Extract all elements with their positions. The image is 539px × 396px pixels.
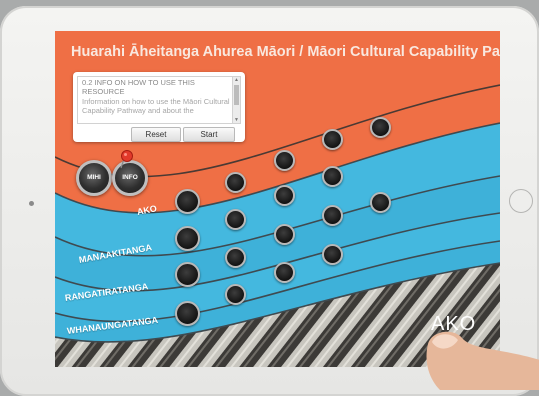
pathway-node[interactable]	[274, 150, 295, 171]
info-text-box[interactable]: 0.2 INFO ON HOW TO USE THIS RESOURCE Inf…	[77, 76, 237, 124]
pushpin-icon	[120, 150, 133, 169]
pathway-node[interactable]	[175, 262, 200, 287]
scroll-up-icon[interactable]: ▲	[233, 77, 240, 83]
pathway-node[interactable]	[175, 226, 200, 251]
home-button[interactable]	[509, 189, 533, 213]
pathway-node[interactable]	[322, 244, 343, 265]
pathway-node[interactable]	[370, 192, 391, 213]
info-panel: 0.2 INFO ON HOW TO USE THIS RESOURCE Inf…	[73, 72, 245, 142]
pathway-node[interactable]	[322, 205, 343, 226]
pathway-node[interactable]	[322, 129, 343, 150]
start-button[interactable]: Start	[183, 127, 235, 142]
pathway-node[interactable]	[175, 189, 200, 214]
pathway-node[interactable]	[225, 172, 246, 193]
pathway-node[interactable]	[225, 209, 246, 230]
app-screen: Huarahi Āheitanga Ahurea Māori / Māori C…	[55, 31, 500, 367]
pathway-node[interactable]	[274, 262, 295, 283]
pathway-node[interactable]	[175, 301, 200, 326]
info-body: Information on how to use the Māori Cult…	[82, 97, 230, 115]
finger-image	[426, 331, 539, 390]
pathway-node[interactable]	[225, 284, 246, 305]
reset-button[interactable]: Reset	[131, 127, 181, 142]
page-title: Huarahi Āheitanga Ahurea Māori / Māori C…	[71, 44, 500, 60]
info-scrollbar[interactable]: ▲ ▼	[232, 76, 241, 124]
info-heading: 0.2 INFO ON HOW TO USE THIS RESOURCE	[82, 78, 195, 96]
pathway-node[interactable]	[274, 224, 295, 245]
scroll-thumb[interactable]	[234, 85, 239, 105]
scroll-down-icon[interactable]: ▼	[233, 117, 240, 123]
pathway-node[interactable]	[274, 185, 295, 206]
pathway-node[interactable]	[225, 247, 246, 268]
camera-icon	[29, 201, 34, 206]
pathway-node[interactable]	[370, 117, 391, 138]
mihi-button[interactable]: MIHI	[76, 160, 112, 196]
pathway-node[interactable]	[322, 166, 343, 187]
